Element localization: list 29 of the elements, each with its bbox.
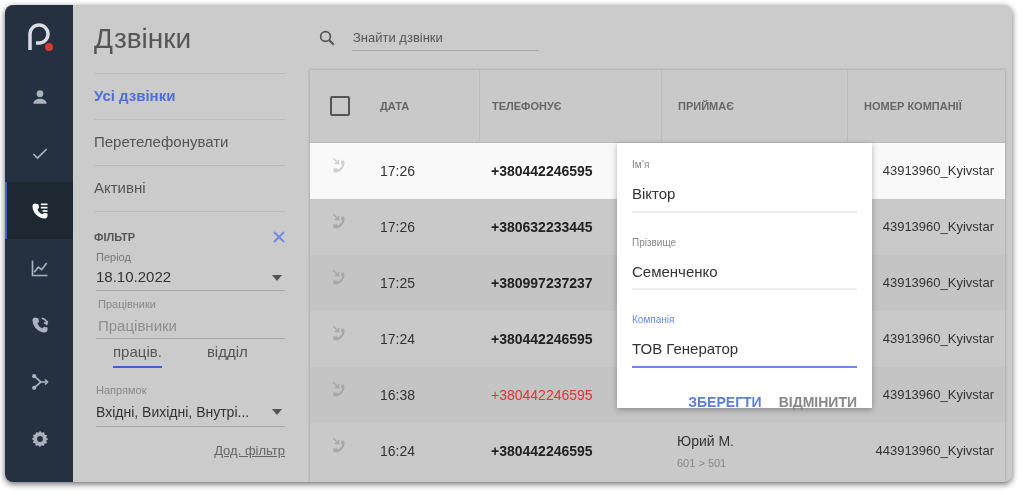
table-cell-text: 43913960_Kyivstar bbox=[882, 386, 994, 405]
table-cell-text: 43913960_Kyivstar bbox=[882, 218, 994, 237]
table-cell: +380442246595 bbox=[491, 331, 593, 347]
column-header: ТЕЛЕФОНУЄ bbox=[492, 98, 562, 114]
table-cell-text: 43913960_Kyivstar bbox=[882, 162, 994, 181]
table-cell-text: 43913960_Kyivstar bbox=[882, 274, 994, 293]
field-label: Напрямок bbox=[96, 383, 148, 398]
table-cell: 16:24 bbox=[380, 443, 416, 459]
table-cell-text: 443913960_Kyivstar bbox=[875, 442, 994, 461]
field-label: Працівники bbox=[97, 297, 157, 312]
table-cell: +380442246595 bbox=[491, 443, 593, 459]
table-cell: 17:26 bbox=[380, 163, 416, 179]
table-cell: 17:24 bbox=[380, 331, 416, 347]
table-cell: +380997237237 bbox=[491, 275, 593, 291]
table-cell: +380442246595 bbox=[491, 387, 593, 403]
column-header: ПРИЙМАЄ bbox=[678, 98, 734, 114]
page-title: Дзвінки bbox=[94, 22, 192, 56]
table-cell-text: 601 > 501 bbox=[677, 455, 728, 471]
table-cell: 17:26 bbox=[380, 219, 416, 235]
column-header: ДАТА bbox=[380, 98, 410, 114]
table-cell: 16:38 bbox=[380, 387, 416, 403]
table-cell: +380632233445 bbox=[491, 219, 593, 235]
field-label: Період bbox=[96, 249, 132, 265]
table-cell-text: Юрий М. bbox=[677, 431, 735, 451]
column-header: НОМЕР КОМПАНІЇ bbox=[864, 98, 962, 114]
table-cell: +380442246595 bbox=[491, 163, 593, 179]
table-cell: 17:25 bbox=[380, 275, 416, 291]
table-cell-text: 43913960_Kyivstar bbox=[882, 330, 994, 349]
filter-heading: ФІЛЬТР bbox=[94, 230, 135, 245]
